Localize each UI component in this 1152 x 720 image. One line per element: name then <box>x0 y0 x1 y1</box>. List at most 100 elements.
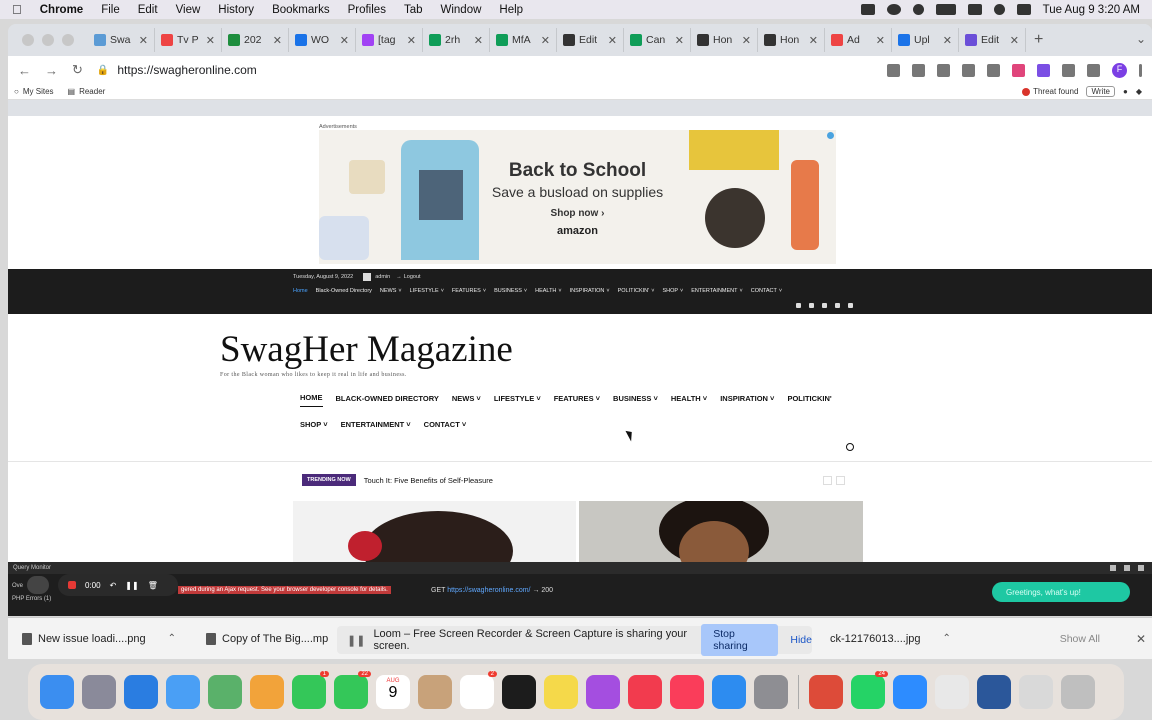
featured-image-right[interactable] <box>579 501 863 564</box>
download-item-1[interactable]: New issue loadi....png ⌃ <box>22 632 176 645</box>
top-menu-item[interactable]: SHOP <box>662 288 678 294</box>
nav-item[interactable]: ENTERTAINMENT ˅ <box>341 420 411 429</box>
profile-avatar[interactable]: F <box>1112 62 1127 78</box>
top-menu-item[interactable]: LIFESTYLE <box>410 288 439 294</box>
creative-cloud-icon[interactable] <box>886 4 901 15</box>
qm-php-errors-link[interactable]: PHP Errors (1) <box>12 593 51 606</box>
top-menu-item[interactable]: Home <box>293 288 308 294</box>
write-button[interactable]: Write <box>1086 86 1115 97</box>
chrome-menu-icon[interactable] <box>1139 63 1142 77</box>
bookmark-star-icon[interactable] <box>987 63 1000 77</box>
tab-close-icon[interactable]: ✕ <box>943 34 952 47</box>
nav-item[interactable]: CONTACT ˅ <box>424 420 467 429</box>
side-panel-icon[interactable] <box>1087 63 1100 77</box>
top-menu-item[interactable]: FEATURES <box>452 288 481 294</box>
adchoices-icon[interactable] <box>827 132 834 139</box>
close-window-button[interactable] <box>22 34 34 46</box>
dock-app-news[interactable] <box>628 675 662 709</box>
top-menu-item[interactable]: CONTACT <box>751 288 777 294</box>
trending-prev-icon[interactable] <box>823 476 832 485</box>
dock-app-finder[interactable] <box>40 675 74 709</box>
browser-tab[interactable]: WO ✕ <box>289 28 356 52</box>
dock-app-downloads[interactable] <box>1019 675 1053 709</box>
tab-close-icon[interactable]: ✕ <box>273 34 282 47</box>
nav-item[interactable]: SHOP ˅ <box>300 420 328 429</box>
tab-close-icon[interactable]: ✕ <box>1010 34 1019 47</box>
extensions-puzzle-icon[interactable] <box>1062 63 1075 77</box>
top-menu-item[interactable]: INSPIRATION <box>570 288 605 294</box>
top-menu-item[interactable]: BUSINESS <box>494 288 522 294</box>
dock-app-reminders[interactable]: 2 <box>460 671 497 709</box>
browser-tab[interactable]: MfA ✕ <box>490 28 557 52</box>
tab-close-icon[interactable]: ✕ <box>876 34 885 47</box>
top-menu-item[interactable]: HEALTH <box>535 288 556 294</box>
chat-greeting-pill[interactable]: Greetings, what's up! <box>992 582 1130 602</box>
threat-alert[interactable]: Threat found <box>1022 87 1078 96</box>
record-stop-icon[interactable] <box>68 581 76 589</box>
tab-close-icon[interactable]: ✕ <box>139 34 148 47</box>
browser-tab[interactable]: Hon ✕ <box>758 28 825 52</box>
extension-k-icon[interactable] <box>1012 63 1025 77</box>
trending-headline[interactable]: Touch It: Five Benefits of Self-Pleasure <box>364 476 493 485</box>
notifications-bell-icon[interactable]: ◆ <box>1136 87 1142 96</box>
tab-close-icon[interactable]: ✕ <box>809 34 818 47</box>
nav-item[interactable]: FEATURES ˅ <box>554 394 600 403</box>
download-item-3[interactable]: ck-12176013....jpg ⌃ <box>830 633 951 645</box>
back-arrow-icon[interactable]: ← <box>18 63 31 78</box>
youtube-icon[interactable] <box>848 303 853 308</box>
reader-link[interactable]: Reader <box>79 87 105 96</box>
extension-gear-icon[interactable] <box>1037 63 1050 77</box>
nav-item[interactable]: HEALTH ˅ <box>671 394 707 403</box>
chevron-up-icon[interactable]: ⌃ <box>943 633 951 644</box>
site-logo[interactable]: SwagHer Magazine <box>220 328 513 371</box>
menu-file[interactable]: File <box>101 4 120 16</box>
dock-app-maps[interactable] <box>208 675 242 709</box>
menu-history[interactable]: History <box>218 4 254 16</box>
browser-tab[interactable]: 202 ✕ <box>222 28 289 52</box>
ad-shop-now[interactable]: Shop now › <box>319 208 836 219</box>
menu-bookmarks[interactable]: Bookmarks <box>272 4 330 16</box>
top-menu-item[interactable]: POLITICKIN' <box>618 288 650 294</box>
dock-app-app-store[interactable] <box>712 675 746 709</box>
dock-app-word[interactable] <box>977 675 1011 709</box>
menu-tab[interactable]: Tab <box>404 4 423 16</box>
wifi-icon[interactable] <box>967 4 982 15</box>
search-icon[interactable] <box>846 443 854 451</box>
pause-sharing-icon[interactable]: ❚❚ <box>347 634 365 647</box>
trash-icon[interactable]: 🗑 <box>148 581 158 590</box>
browser-tab[interactable]: 2rh ✕ <box>423 28 490 52</box>
amazon-ad-banner[interactable]: Back to School Save a busload on supplie… <box>319 130 836 264</box>
browser-tab[interactable]: Tv P ✕ <box>155 28 222 52</box>
zoom-icon[interactable] <box>937 63 950 77</box>
browser-tab[interactable]: Ad ✕ <box>825 28 892 52</box>
menu-app-name[interactable]: Chrome <box>40 4 83 16</box>
dock-app-podcasts[interactable] <box>586 675 620 709</box>
wordpress-icon[interactable]: ○ <box>14 87 19 96</box>
chevron-up-icon[interactable]: ⌃ <box>168 633 176 644</box>
tab-close-icon[interactable]: ✕ <box>474 34 483 47</box>
qm-popout-icon[interactable] <box>1124 565 1130 571</box>
menu-help[interactable]: Help <box>499 4 523 16</box>
twitter-icon[interactable] <box>822 303 827 308</box>
top-menu-item[interactable]: NEWS <box>380 288 397 294</box>
facebook-icon[interactable] <box>796 303 801 308</box>
tab-close-icon[interactable]: ✕ <box>340 34 349 47</box>
top-menu-item[interactable]: ENTERTAINMENT <box>691 288 737 294</box>
featured-image-left[interactable] <box>293 501 576 564</box>
battery-icon[interactable] <box>935 4 956 15</box>
new-tab-icon[interactable]: + <box>1034 31 1043 49</box>
tab-close-icon[interactable]: ✕ <box>675 34 684 47</box>
nav-item[interactable]: BUSINESS ˅ <box>613 394 658 403</box>
nav-item[interactable]: LIFESTYLE ˅ <box>494 394 541 403</box>
url-text[interactable]: https://swagheronline.com <box>117 63 256 77</box>
facetime-status-icon[interactable] <box>860 4 875 15</box>
trending-next-icon[interactable] <box>836 476 845 485</box>
dock-app-messages[interactable]: 22 <box>334 671 371 709</box>
dock-app-zoom[interactable] <box>893 675 927 709</box>
browser-tab[interactable]: Edit ✕ <box>959 28 1026 52</box>
qm-settings-icon[interactable] <box>1110 565 1116 571</box>
minimize-window-button[interactable] <box>42 34 54 46</box>
dock-app-photos[interactable] <box>250 675 284 709</box>
vimeo-icon[interactable] <box>835 303 840 308</box>
control-center-icon[interactable] <box>1016 4 1031 15</box>
